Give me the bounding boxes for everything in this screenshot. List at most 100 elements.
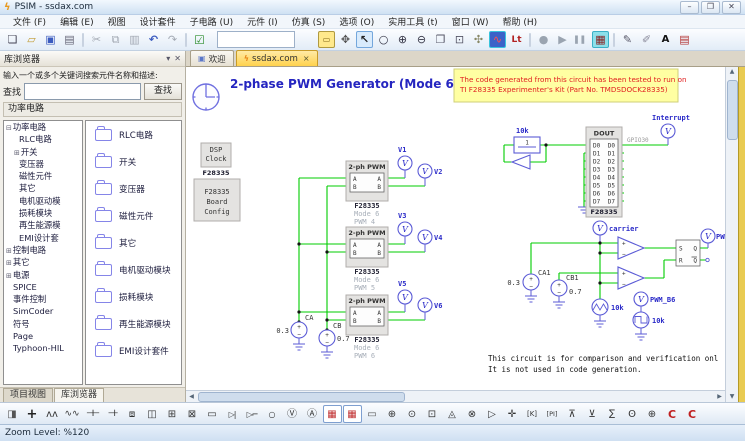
probe-marker-icon[interactable]: ✛ [503, 405, 522, 423]
minimize-button[interactable]: – [680, 1, 699, 14]
dsp-clock-block[interactable]: DSP Clock F28335 [201, 143, 231, 177]
menu-item[interactable]: 编辑 (E) [53, 15, 101, 28]
voltmeter-icon[interactable]: Ⓥ [283, 405, 302, 423]
gain-block-icon[interactable]: [K] [523, 405, 542, 423]
probe-carrier[interactable]: V carrier [593, 221, 639, 235]
canvas-vertical-scrollbar[interactable]: ▲ ▼ [725, 67, 738, 402]
scroll-right-icon[interactable]: ▶ [714, 393, 725, 400]
pi-controller-icon[interactable]: [PI] [543, 405, 562, 423]
save-file-icon[interactable]: ▣ [42, 31, 59, 48]
tree-expand-icon[interactable]: ⊞ [6, 247, 12, 255]
board-config-block[interactable]: F28335 Board Config [194, 179, 240, 221]
scope-icon[interactable]: ▦ [323, 405, 342, 423]
separator[interactable] [529, 33, 531, 47]
menu-item[interactable]: 帮助 (H) [496, 15, 545, 28]
wire-tool-icon[interactable]: + [23, 405, 42, 423]
ltspice-icon[interactable]: Lt [508, 31, 525, 48]
category-bar[interactable]: 功率电路 [3, 102, 182, 117]
redo-icon[interactable]: ↷ [164, 31, 181, 48]
controlled-source-icon[interactable]: ⊗ [463, 405, 482, 423]
new-file-icon[interactable]: ❏ [4, 31, 21, 48]
library-tree-item[interactable]: 其它 [4, 182, 82, 194]
mutual-inductor-icon[interactable]: ◫ [143, 405, 162, 423]
transistor-icon[interactable]: ⊼ [563, 405, 582, 423]
open-file-icon[interactable]: ▱ [23, 31, 40, 48]
copy-icon[interactable]: ⧉ [107, 31, 124, 48]
source-ca1[interactable]: + − CA1 0.3 [507, 269, 550, 291]
schematic-sheet[interactable]: 2-phase PWM Generator (Mode 6) The code … [186, 67, 725, 390]
library-folder-item[interactable]: 磁性元件 [86, 202, 181, 229]
close-button[interactable]: ✕ [722, 1, 741, 14]
opamp-icon[interactable]: ▷ [483, 405, 502, 423]
tab-project-view[interactable]: 项目视图 [3, 388, 53, 402]
source-ca[interactable]: + − CA 0.3 [276, 314, 314, 339]
simview-icon[interactable]: ∿ [489, 31, 506, 48]
horizontal-scroll-thumb[interactable] [198, 392, 405, 402]
element-properties-icon[interactable]: ▤ [676, 31, 693, 48]
probe-v6[interactable]: V V6 [418, 298, 442, 312]
coupled-inductor-icon[interactable]: ⊞ [163, 405, 182, 423]
select-arrow-icon[interactable]: ↖ [356, 31, 373, 48]
panel-close-icon[interactable]: ✕ [174, 54, 181, 63]
tree-expand-icon[interactable]: ⊞ [6, 259, 12, 267]
library-folder-item[interactable]: EMI设计套件 [86, 337, 181, 364]
print-icon[interactable]: ▤ [61, 31, 78, 48]
transformer-icon[interactable]: ⧈ [123, 405, 142, 423]
inverter-gate[interactable] [512, 155, 530, 169]
sr-flipflop[interactable]: S Q R Q [676, 240, 709, 266]
menu-item[interactable]: 元件 (I) [240, 15, 285, 28]
component-chip-icon[interactable]: ▭ [318, 31, 335, 48]
dout-block[interactable]: DOUT D0 D1 D2 D3 D4 D5 D6 D7 D0 D1 [586, 127, 622, 217]
menu-item[interactable]: 设计套件 [133, 15, 183, 28]
paste-icon[interactable]: ▥ [126, 31, 143, 48]
menu-item[interactable]: 选项 (O) [332, 15, 381, 28]
menu-item[interactable]: 仿真 (S) [285, 15, 333, 28]
summer-icon[interactable]: ⊕ [643, 405, 662, 423]
scroll-left-icon[interactable]: ◀ [186, 393, 197, 400]
separator[interactable] [185, 33, 187, 47]
schematic-canvas[interactable]: 2-phase PWM Generator (Mode 6) The code … [186, 67, 725, 390]
library-tree-item[interactable]: SimCoder [4, 305, 82, 317]
comparator-1[interactable]: + − [618, 237, 644, 259]
comparator-2[interactable]: + − [618, 267, 644, 289]
dc-source-icon[interactable]: ⊕ [383, 405, 402, 423]
triangle-source-10k[interactable]: 10k [592, 299, 624, 315]
library-folder-item[interactable]: 再生能源模块 [86, 310, 181, 337]
maximize-button[interactable]: ❐ [701, 1, 720, 14]
scroll-down-icon[interactable]: ▼ [730, 392, 735, 402]
subcircuit-block-icon[interactable]: ▭ [363, 405, 382, 423]
menu-item[interactable]: 子电路 (U) [183, 15, 240, 28]
library-folder-item[interactable]: 开关 [86, 148, 181, 175]
run-simview-icon[interactable]: ▦ [592, 31, 609, 48]
tree-expand-icon[interactable]: ⊞ [6, 272, 12, 280]
note-box[interactable]: The code generated from this circuit has… [454, 69, 687, 102]
library-tree-item[interactable]: 事件控制 [4, 293, 82, 305]
igbt-icon[interactable]: ⊻ [583, 405, 602, 423]
zoom-out-icon[interactable]: ⊖ [413, 31, 430, 48]
square-source-10k[interactable]: 10k [633, 312, 665, 328]
ammeter-icon[interactable]: Ⓐ [303, 405, 322, 423]
probe-pwm-a6[interactable]: V PWM_A6 [701, 229, 725, 243]
inductor-icon[interactable]: ∿∿ [63, 405, 82, 423]
tab-welcome[interactable]: ▣ 欢迎 [190, 50, 234, 66]
tree-expand-icon[interactable]: ⊞ [14, 149, 20, 157]
resistor-icon[interactable]: ʌʌ [43, 405, 62, 423]
probe-v5[interactable]: V V5 [398, 280, 412, 304]
fit-page-icon[interactable]: ❐ [432, 31, 449, 48]
scroll-up-icon[interactable]: ▲ [730, 67, 735, 77]
pan-sheet-icon[interactable]: ✣ [470, 31, 487, 48]
library-tree-item[interactable]: 符号 [4, 318, 82, 330]
triangle-source-icon[interactable]: ◬ [443, 405, 462, 423]
tab-close-icon[interactable]: × [303, 54, 310, 63]
library-tree-item[interactable]: 磁性元件 [4, 170, 82, 182]
library-tree-item[interactable]: EMI设计套 [4, 232, 82, 244]
library-tree-item[interactable]: ⊞其它 [4, 256, 82, 268]
vertical-scroll-thumb[interactable] [727, 80, 738, 140]
probe-v4[interactable]: V V4 [418, 230, 442, 244]
library-tree-item[interactable]: ⊞控制电路 [4, 244, 82, 256]
library-folder-item[interactable]: 损耗模块 [86, 283, 181, 310]
search-button[interactable]: 查找 [144, 83, 182, 100]
draw-wire-icon[interactable]: ✎ [619, 31, 636, 48]
current-probe-icon[interactable]: ʘ [623, 405, 642, 423]
stop-icon[interactable]: ● [535, 31, 552, 48]
